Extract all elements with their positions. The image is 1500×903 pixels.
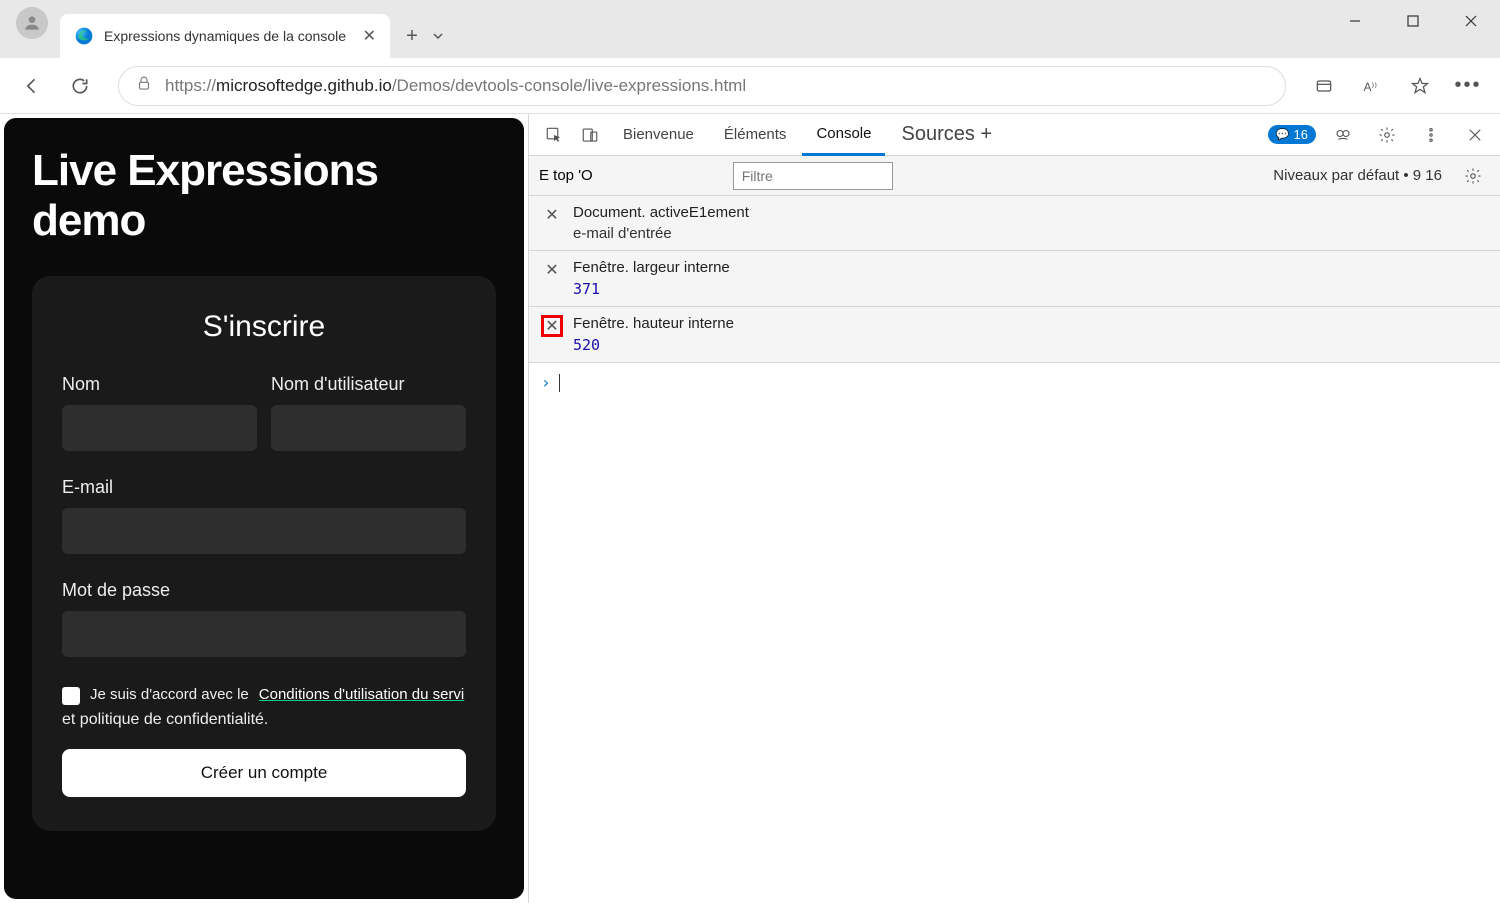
console-context[interactable]: E top 'O bbox=[539, 167, 593, 184]
tab-title: Expressions dynamiques de la console bbox=[104, 28, 353, 44]
expression-label[interactable]: Fenêtre. largeur interne bbox=[573, 259, 1488, 276]
expression-label[interactable]: Document. activeE1ement bbox=[573, 204, 1488, 221]
chevron-right-icon: › bbox=[541, 373, 551, 392]
console-input-row[interactable]: › bbox=[529, 363, 1500, 402]
live-expression-item: ✕ Fenêtre. hauteur interne 520 bbox=[529, 307, 1500, 363]
inspect-element-button[interactable] bbox=[537, 118, 571, 152]
tab-console[interactable]: Console bbox=[802, 114, 885, 156]
email-input[interactable] bbox=[62, 508, 466, 554]
url-text: https://microsoftedge.github.io/Demos/de… bbox=[165, 76, 746, 96]
remove-expression-button[interactable]: ✕ bbox=[541, 259, 563, 281]
app-mode-button[interactable] bbox=[1304, 66, 1344, 106]
text-cursor bbox=[559, 374, 560, 392]
browser-titlebar: Expressions dynamiques de la console ✕ + bbox=[0, 0, 1500, 58]
expression-label[interactable]: Fenêtre. hauteur interne bbox=[573, 315, 1488, 332]
maximize-button[interactable] bbox=[1384, 0, 1442, 42]
close-window-button[interactable] bbox=[1442, 0, 1500, 42]
agree-prefix-text: Je suis d'accord avec le bbox=[90, 683, 249, 707]
remove-expression-button[interactable]: ✕ bbox=[541, 204, 563, 226]
console-subbar: E top 'O Niveaux par défaut • 9 16 bbox=[529, 156, 1500, 196]
device-toggle-button[interactable] bbox=[573, 118, 607, 152]
window-controls bbox=[1326, 0, 1500, 42]
devtools-close-button[interactable] bbox=[1458, 118, 1492, 152]
email-label: E-mail bbox=[62, 477, 466, 498]
new-tab-button[interactable]: + bbox=[396, 20, 428, 52]
more-button[interactable]: ••• bbox=[1448, 66, 1488, 106]
agree-checkbox[interactable] bbox=[62, 687, 80, 705]
signup-card: S'inscrire Nom Nom d'utilisateur E-mail … bbox=[32, 276, 496, 831]
live-expression-item: ✕ Fenêtre. largeur interne 371 bbox=[529, 251, 1500, 307]
page-title: Live Expressions demo bbox=[32, 146, 496, 246]
issues-badge[interactable]: 16 bbox=[1268, 125, 1316, 144]
name-input[interactable] bbox=[62, 405, 257, 451]
tab-close-button[interactable]: ✕ bbox=[363, 26, 376, 46]
agree-suffix-text: et politique de confidentialité. bbox=[62, 711, 466, 729]
password-input[interactable] bbox=[62, 611, 466, 657]
tab-welcome[interactable]: Bienvenue bbox=[609, 114, 708, 156]
live-expressions-list: ✕ Document. activeE1ement e-mail d'entré… bbox=[529, 196, 1500, 363]
expression-value: e-mail d'entrée bbox=[573, 225, 1488, 242]
remove-expression-button[interactable]: ✕ bbox=[541, 315, 563, 337]
tab-sources[interactable]: Sources + bbox=[887, 114, 1006, 156]
password-label: Mot de passe bbox=[62, 580, 466, 601]
browser-tab[interactable]: Expressions dynamiques de la console ✕ bbox=[60, 14, 390, 58]
signup-heading: S'inscrire bbox=[62, 310, 466, 344]
devtools-tabs: Bienvenue Éléments Console Sources + 16 bbox=[529, 114, 1500, 156]
username-input[interactable] bbox=[271, 405, 466, 451]
console-settings-button[interactable] bbox=[1456, 159, 1490, 193]
page-content: Live Expressions demo S'inscrire Nom Nom… bbox=[4, 118, 524, 899]
browser-toolbar: https://microsoftedge.github.io/Demos/de… bbox=[0, 58, 1500, 114]
profile-button[interactable] bbox=[16, 7, 48, 39]
expression-value: 371 bbox=[573, 280, 1488, 298]
lock-icon bbox=[135, 74, 153, 97]
name-label: Nom bbox=[62, 374, 257, 395]
refresh-button[interactable] bbox=[60, 66, 100, 106]
devtools-more-button[interactable] bbox=[1414, 118, 1448, 152]
edge-icon bbox=[74, 26, 94, 46]
svg-text:A⁾⁾: A⁾⁾ bbox=[1364, 81, 1378, 94]
tab-elements[interactable]: Éléments bbox=[710, 114, 801, 156]
favorites-button[interactable] bbox=[1400, 66, 1440, 106]
username-label: Nom d'utilisateur bbox=[271, 374, 466, 395]
console-filter-input[interactable] bbox=[733, 162, 893, 190]
devtools-panel: Bienvenue Éléments Console Sources + 16 … bbox=[528, 114, 1500, 903]
address-bar[interactable]: https://microsoftedge.github.io/Demos/de… bbox=[118, 66, 1286, 106]
minimize-button[interactable] bbox=[1326, 0, 1384, 42]
terms-link[interactable]: Conditions d'utilisation du servi bbox=[259, 683, 464, 707]
console-levels[interactable]: Niveaux par défaut • 9 16 bbox=[1273, 167, 1442, 184]
back-button[interactable] bbox=[12, 66, 52, 106]
settings-button[interactable] bbox=[1370, 118, 1404, 152]
tabs-dropdown-button[interactable] bbox=[428, 20, 448, 52]
read-aloud-button[interactable]: A⁾⁾ bbox=[1352, 66, 1392, 106]
expression-value: 520 bbox=[573, 336, 1488, 354]
live-expression-item: ✕ Document. activeE1ement e-mail d'entré… bbox=[529, 196, 1500, 251]
feedback-button[interactable] bbox=[1326, 118, 1360, 152]
create-account-button[interactable]: Créer un compte bbox=[62, 749, 466, 797]
